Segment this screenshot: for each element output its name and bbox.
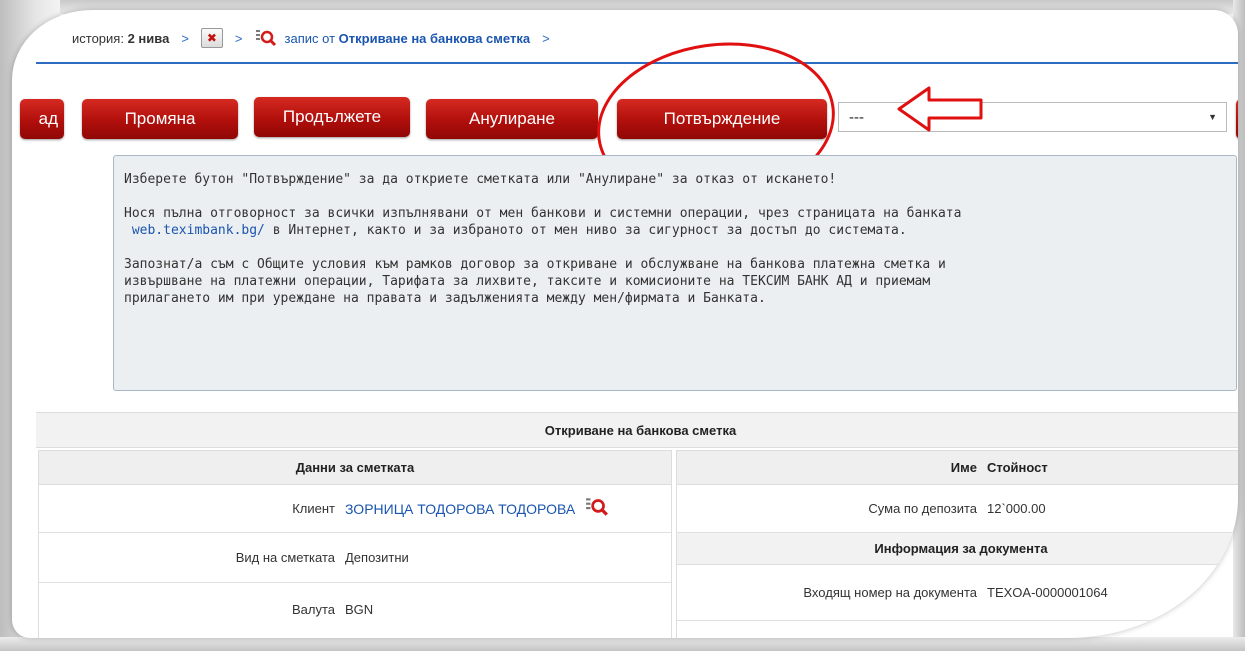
chevron-down-icon: ▼ [1208, 112, 1217, 122]
search-client-icon[interactable] [585, 496, 609, 521]
section-title: Откриване на банкова сметка [36, 412, 1238, 448]
confirmation-notice: Изберете бутон "Потвърждение" за да откр… [113, 155, 1237, 391]
table-row: Вид на сметката Депозитни [39, 533, 671, 583]
chevron-right-icon: > [234, 30, 243, 46]
details-table-header: Име Стойност [677, 451, 1238, 485]
cancel-button[interactable]: Анулиране [426, 99, 598, 139]
close-icon: ✖ [206, 31, 217, 45]
table-row: Входящ номер на документа TEXOA-00000010… [677, 565, 1238, 621]
pointer-arrow-icon [897, 86, 983, 132]
chevron-right-icon: > [542, 30, 550, 46]
document-info-header: Информация за документа [677, 533, 1238, 565]
bank-website-link[interactable]: web.teximbank.bg/ [132, 223, 265, 238]
account-data-table: Данни за сметката Клиент ЗОРНИЦА ТОДОРОВ… [38, 450, 672, 638]
chevron-right-icon: > [181, 30, 189, 46]
frame-bottom [0, 637, 1245, 651]
table-row: Валута BGN [39, 583, 671, 635]
back-button[interactable]: ад [20, 99, 64, 139]
client-label: Клиент [292, 501, 335, 516]
value-column-header: Стойност [987, 460, 1048, 475]
record-link[interactable]: запис от Откриване на банкова сметка [285, 31, 531, 46]
notice-line-3: Запознат/а съм с Общите условия към рамк… [124, 257, 946, 306]
deposit-value: 12`000.00 [987, 501, 1046, 516]
notice-line-1: Изберете бутон "Потвърждение" за да откр… [124, 172, 837, 187]
divider [36, 62, 1238, 64]
table-row: Клиент ЗОРНИЦА ТОДОРОВА ТОДОРОВА [39, 485, 671, 533]
close-history-button[interactable]: ✖ [200, 28, 223, 48]
deposit-label: Сума по депозита [868, 501, 977, 516]
currency-label: Валута [291, 601, 335, 617]
account-table-header: Данни за сметката [39, 451, 671, 485]
breadcrumb: история: 2 нива > ✖ > запис от Откриване… [72, 24, 554, 52]
continue-button[interactable]: Продължете [254, 97, 410, 137]
notice-line-2: Нося пълна отговорност за всички изпълня… [124, 206, 962, 238]
details-table: Име Стойност Сума по депозита 12`000.00 … [676, 450, 1238, 638]
name-column-header: Име [950, 460, 977, 475]
account-type-label: Вид на сметката [235, 550, 335, 565]
document-number-label: Входящ номер на документа [803, 585, 977, 600]
history-label: история: 2 нива [72, 30, 170, 46]
page-sheet: история: 2 нива > ✖ > запис от Откриване… [12, 10, 1238, 638]
select-value: --- [849, 108, 864, 126]
extra-button[interactable] [1236, 99, 1238, 139]
client-name-link[interactable]: ЗОРНИЦА ТОДОРОВА ТОДОРОВА [345, 501, 575, 517]
currency-value: BGN [345, 601, 374, 617]
history-count[interactable]: 2 нива [128, 31, 170, 46]
search-record-icon[interactable] [255, 28, 277, 48]
change-button[interactable]: Промяна [82, 99, 238, 139]
confirm-button[interactable]: Потвърждение [617, 99, 827, 139]
account-type-value: Депозитни [345, 550, 409, 565]
table-row: Сума по депозита 12`000.00 [677, 485, 1238, 533]
document-number-value: TEXOA-0000001064 [987, 585, 1108, 600]
